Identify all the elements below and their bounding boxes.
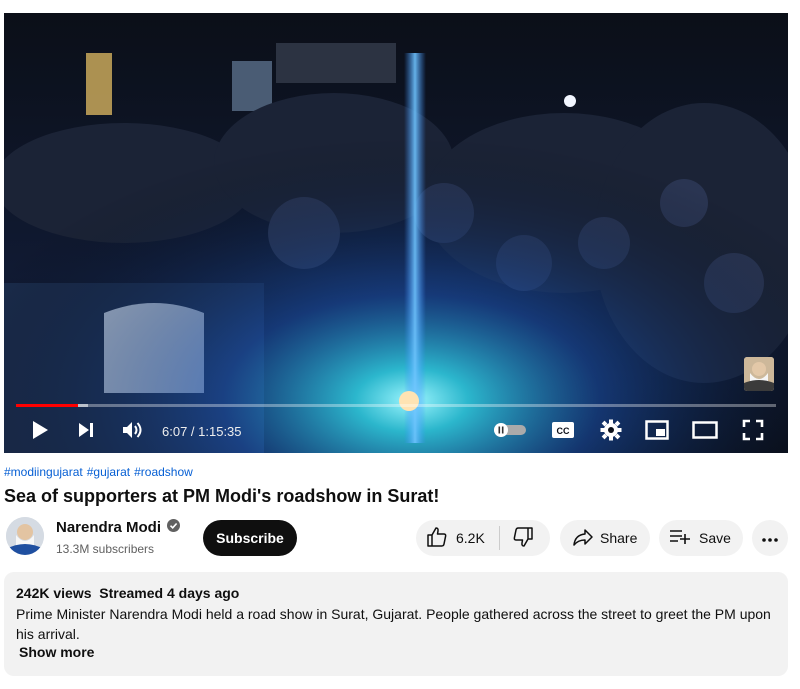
save-button[interactable]: Save	[659, 520, 743, 556]
save-label: Save	[699, 530, 731, 546]
fullscreen-button[interactable]	[738, 415, 768, 449]
share-button[interactable]: Share	[560, 520, 650, 556]
play-button[interactable]	[26, 415, 54, 449]
volume-icon	[121, 420, 143, 445]
description-text: Prime Minister Narendra Modi held a road…	[16, 606, 771, 642]
channel-name[interactable]: Narendra Modi	[56, 519, 181, 536]
settings-button[interactable]	[596, 415, 626, 449]
next-icon	[77, 421, 95, 444]
like-dislike-bar: 6.2K	[416, 520, 550, 556]
progress-bar[interactable]	[16, 404, 776, 407]
dislike-icon	[512, 526, 534, 551]
theater-icon	[692, 420, 718, 444]
more-icon	[761, 530, 779, 546]
mute-button[interactable]	[118, 415, 146, 449]
miniplayer-icon	[645, 419, 669, 445]
video-player[interactable]: 6:07 / 1:15:35 CC	[4, 13, 788, 453]
like-icon	[426, 526, 448, 551]
autoplay-toggle[interactable]	[492, 415, 528, 449]
share-icon	[572, 527, 594, 550]
channel-watermark[interactable]	[744, 357, 774, 391]
next-button[interactable]	[72, 415, 100, 449]
more-actions-button[interactable]	[752, 520, 788, 556]
hashtag-link[interactable]: #modiingujarat	[4, 465, 83, 479]
time-display: 6:07 / 1:15:35	[162, 424, 242, 439]
theater-mode-button[interactable]	[690, 415, 720, 449]
settings-icon	[600, 419, 622, 446]
like-count: 6.2K	[456, 530, 485, 546]
view-count: 242K views	[16, 585, 92, 601]
save-icon	[669, 528, 691, 549]
svg-text:CC: CC	[557, 426, 570, 436]
channel-name-text[interactable]: Narendra Modi	[56, 519, 161, 536]
share-label: Share	[600, 530, 638, 546]
show-more-button[interactable]: Show more	[16, 644, 94, 660]
autoplay-toggle-icon	[493, 422, 527, 443]
subscribe-button[interactable]: Subscribe	[203, 520, 297, 556]
description-meta: 242K views Streamed 4 days ago	[16, 585, 776, 601]
fullscreen-icon	[742, 419, 764, 446]
miniplayer-button[interactable]	[642, 415, 672, 449]
subscriber-count: 13.3M subscribers	[56, 542, 155, 556]
like-button[interactable]: 6.2K	[416, 520, 485, 556]
verified-icon	[167, 519, 181, 536]
hashtag-link[interactable]: #roadshow	[134, 465, 193, 479]
player-controls: 6:07 / 1:15:35 CC	[4, 415, 788, 449]
description-box[interactable]: 242K views Streamed 4 days ago Prime Min…	[4, 572, 788, 676]
video-title: Sea of supporters at PM Modi's roadshow …	[4, 486, 440, 506]
hashtags: #modiingujarat #gujarat #roadshow	[4, 465, 197, 479]
stream-date: Streamed 4 days ago	[99, 585, 240, 601]
dislike-button[interactable]	[500, 520, 546, 556]
cc-icon: CC	[551, 421, 575, 444]
play-icon	[31, 420, 49, 445]
avatar[interactable]	[6, 517, 44, 555]
hashtag-link[interactable]: #gujarat	[87, 465, 130, 479]
video-frame	[4, 13, 788, 453]
captions-button[interactable]: CC	[548, 415, 578, 449]
progress-played	[16, 404, 78, 407]
